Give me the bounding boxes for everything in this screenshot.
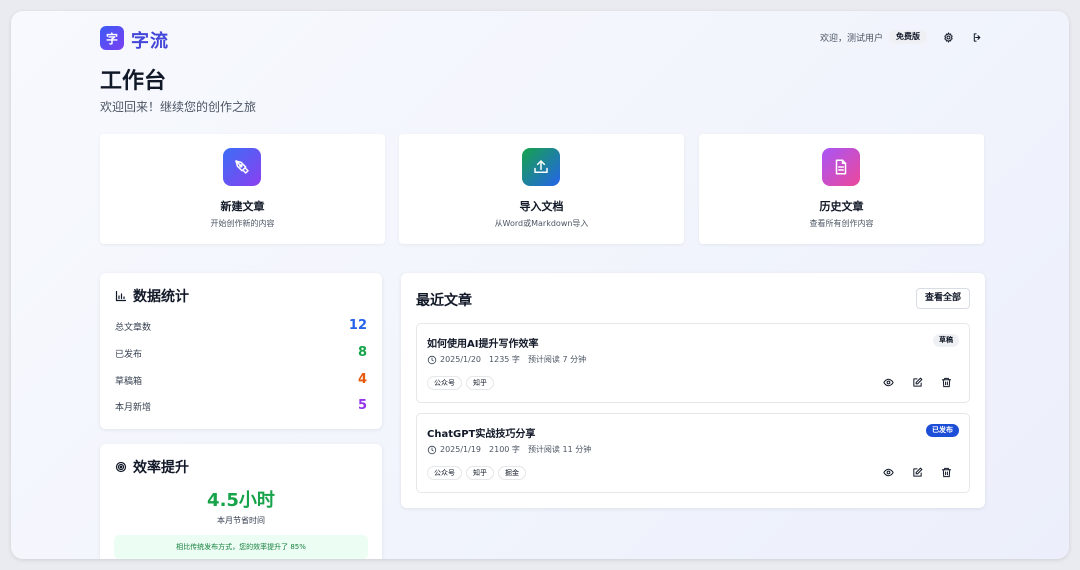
logout-icon[interactable] — [970, 30, 984, 44]
action-title: 新建文章 — [220, 200, 265, 213]
read-time: 预计阅读 11 分钟 — [527, 445, 592, 454]
platform-tag: 知乎 — [466, 466, 494, 480]
eye-icon[interactable] — [882, 376, 895, 389]
tag-list: 公众号 知乎 掘金 — [427, 466, 526, 480]
time-saved-label: 本月节省时间 — [217, 516, 265, 525]
article-item[interactable]: 如何使用AI提升写作效率 草稿 2025/1/20 1235 字 预计阅读 7 … — [416, 323, 970, 403]
stat-label: 总文章数 — [115, 323, 152, 333]
platform-tag: 公众号 — [427, 376, 462, 390]
efficiency-title: 效率提升 — [133, 460, 189, 476]
app-window: 字 字流 欢迎，测试用户 免费版 工作台 欢迎回来！继续您的创作之旅 新建文章 … — [11, 11, 1069, 559]
efficiency-heading: 效率提升 — [115, 457, 189, 477]
settings-icon[interactable] — [941, 30, 955, 44]
article-title[interactable]: ChatGPT实战技巧分享 — [427, 425, 535, 440]
stats-heading: 数据统计 — [115, 286, 189, 306]
stat-published: 已发布 8 — [115, 345, 367, 361]
upload-icon — [522, 148, 560, 186]
action-title: 导入文档 — [519, 200, 564, 213]
view-all-button[interactable]: 查看全部 — [915, 288, 970, 309]
plan-badge: 免费版 — [889, 30, 927, 44]
clock-icon — [427, 355, 437, 365]
article-actions — [882, 376, 953, 389]
file-text-icon — [822, 148, 860, 186]
efficiency-note: 相比传统发布方式，您的效率提升了 85% — [114, 535, 368, 559]
welcome-text: 欢迎，测试用户 — [819, 34, 883, 44]
trash-icon[interactable] — [940, 466, 953, 479]
platform-tag: 掘金 — [498, 466, 526, 480]
article-title[interactable]: 如何使用AI提升写作效率 — [427, 335, 538, 350]
article-meta: 2025/1/20 1235 字 预计阅读 7 分钟 — [427, 354, 586, 365]
stat-value: 4 — [357, 372, 367, 387]
edit-icon[interactable] — [911, 466, 924, 479]
article-date: 2025/1/19 — [427, 445, 481, 455]
date-text: 2025/1/19 — [440, 445, 482, 454]
stat-label: 草稿箱 — [115, 377, 143, 387]
pen-tool-icon — [223, 148, 261, 186]
eye-icon[interactable] — [882, 466, 895, 479]
status-badge: 草稿 — [933, 334, 959, 347]
page-title: 工作台 — [100, 69, 167, 94]
clock-icon — [427, 445, 437, 455]
date-text: 2025/1/20 — [440, 355, 482, 364]
stat-value: 12 — [348, 318, 367, 333]
article-item[interactable]: ChatGPT实战技巧分享 已发布 2025/1/19 2100 字 预计阅读 … — [416, 413, 970, 493]
word-count: 2100 字 — [489, 445, 520, 454]
efficiency-card: 效率提升 4.5小时 本月节省时间 相比传统发布方式，您的效率提升了 85% — [100, 444, 382, 559]
stat-label: 本月新增 — [115, 403, 152, 413]
stat-drafts: 草稿箱 4 — [115, 372, 367, 388]
edit-icon[interactable] — [911, 376, 924, 389]
word-count: 1235 字 — [489, 355, 520, 364]
action-desc: 从Word或Markdown导入 — [494, 219, 589, 228]
stat-value: 5 — [357, 398, 367, 413]
trash-icon[interactable] — [940, 376, 953, 389]
action-title: 历史文章 — [819, 200, 864, 213]
article-meta: 2025/1/19 2100 字 预计阅读 11 分钟 — [427, 444, 591, 455]
stat-label: 已发布 — [115, 350, 143, 360]
page-subtitle: 欢迎回来！继续您的创作之旅 — [100, 100, 257, 114]
recent-articles-card: 最近文章 查看全部 如何使用AI提升写作效率 草稿 2025/1/20 1235… — [401, 273, 985, 508]
top-bar: 字 字流 欢迎，测试用户 免费版 — [100, 26, 988, 53]
action-desc: 查看所有创作内容 — [809, 219, 874, 228]
status-badge: 已发布 — [926, 424, 959, 437]
stats-card: 数据统计 总文章数 12 已发布 8 草稿箱 4 本月新增 5 — [100, 273, 382, 429]
stat-total-articles: 总文章数 12 — [115, 318, 367, 334]
action-desc: 开始创作新的内容 — [210, 219, 275, 228]
history-articles-card[interactable]: 历史文章 查看所有创作内容 — [699, 134, 984, 244]
target-icon — [115, 461, 127, 473]
read-time: 预计阅读 7 分钟 — [527, 355, 587, 364]
app-name[interactable]: 字流 — [131, 27, 169, 53]
time-saved-value: 4.5小时 — [207, 490, 275, 511]
stat-value: 8 — [357, 345, 367, 360]
stats-title: 数据统计 — [133, 289, 189, 305]
article-actions — [882, 466, 953, 479]
import-document-card[interactable]: 导入文档 从Word或Markdown导入 — [399, 134, 684, 244]
logo-mark[interactable]: 字 — [100, 26, 124, 50]
article-date: 2025/1/20 — [427, 355, 481, 365]
new-article-card[interactable]: 新建文章 开始创作新的内容 — [100, 134, 385, 244]
platform-tag: 公众号 — [427, 466, 462, 480]
tag-list: 公众号 知乎 — [427, 376, 494, 390]
platform-tag: 知乎 — [466, 376, 494, 390]
bar-chart-icon — [115, 290, 127, 302]
stat-monthly-new: 本月新增 5 — [115, 398, 367, 414]
recent-title: 最近文章 — [416, 293, 472, 309]
